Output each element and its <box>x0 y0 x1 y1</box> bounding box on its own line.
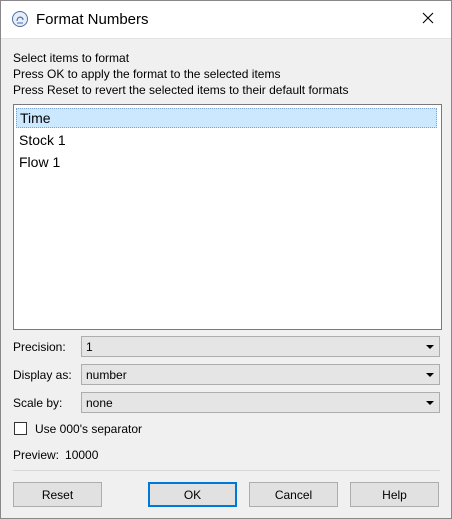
cancel-button[interactable]: Cancel <box>249 482 338 507</box>
chevron-down-icon <box>426 345 434 349</box>
instruction-line: Press OK to apply the format to the sele… <box>13 67 281 81</box>
display-as-value: number <box>86 368 127 382</box>
ok-button[interactable]: OK <box>148 482 237 507</box>
scale-by-label: Scale by: <box>13 396 63 410</box>
app-icon <box>11 10 29 28</box>
preview-value: 10000 <box>65 448 99 462</box>
instruction-line: Select items to format <box>13 51 130 65</box>
preview: Preview: 10000 <box>13 448 98 462</box>
list-item-flow-1[interactable]: Flow 1 <box>16 152 437 172</box>
close-button[interactable] <box>405 1 451 38</box>
divider <box>13 470 440 471</box>
instructions: Select items to format Press OK to apply… <box>13 50 348 98</box>
instruction-line: Press Reset to revert the selected items… <box>13 83 349 97</box>
help-button[interactable]: Help <box>350 482 439 507</box>
precision-label: Precision: <box>13 340 66 354</box>
separator-checkbox-label[interactable]: Use 000's separator <box>35 422 142 436</box>
list-item-time[interactable]: Time <box>16 108 437 128</box>
list-item-stock-1[interactable]: Stock 1 <box>16 130 437 150</box>
precision-dropdown[interactable]: 1 <box>81 336 440 357</box>
preview-label: Preview: <box>13 448 60 462</box>
chevron-down-icon <box>426 401 434 405</box>
scale-by-dropdown[interactable]: none <box>81 392 440 413</box>
items-listbox[interactable]: Time Stock 1 Flow 1 <box>13 104 442 330</box>
separator-checkbox[interactable] <box>14 422 27 435</box>
reset-button[interactable]: Reset <box>13 482 102 507</box>
close-icon <box>422 12 434 27</box>
format-numbers-dialog: Format Numbers Select items to format Pr… <box>0 0 452 519</box>
title-bar: Format Numbers <box>1 1 451 39</box>
scale-by-value: none <box>86 396 113 410</box>
precision-value: 1 <box>86 340 93 354</box>
display-as-label: Display as: <box>13 368 72 382</box>
chevron-down-icon <box>426 373 434 377</box>
display-as-dropdown[interactable]: number <box>81 364 440 385</box>
window-title: Format Numbers <box>36 11 149 28</box>
